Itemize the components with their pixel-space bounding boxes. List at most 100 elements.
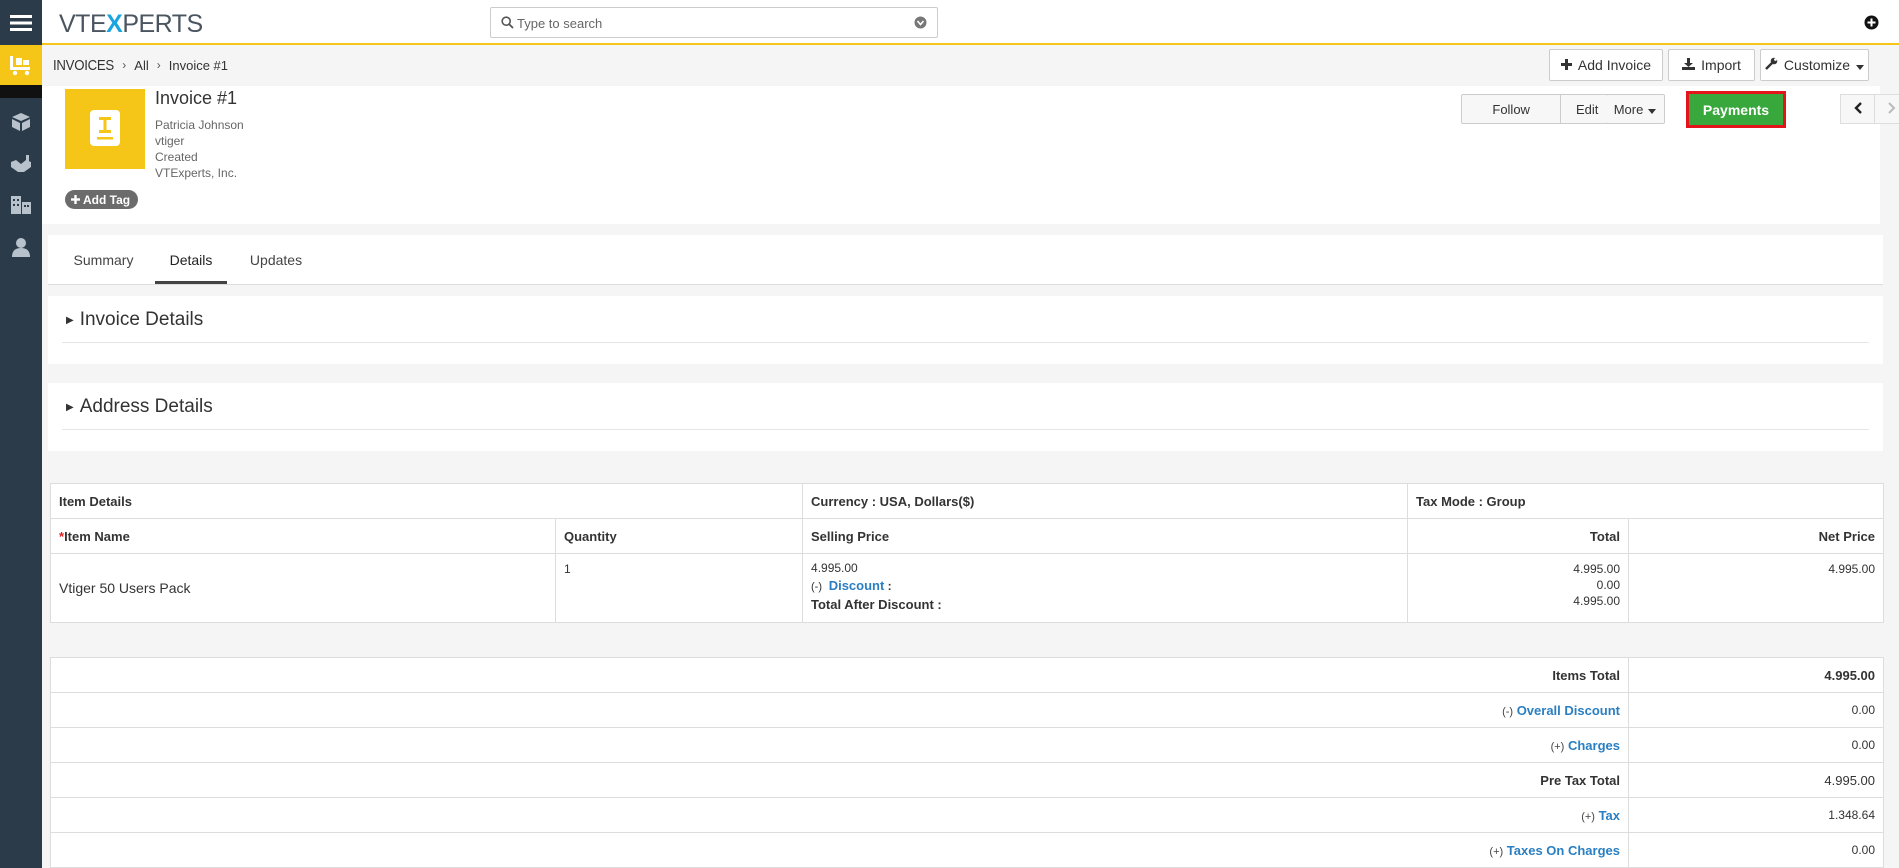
record-status: Created <box>155 150 198 164</box>
tab-summary[interactable]: Summary <box>61 235 146 284</box>
search-icon <box>501 16 514 32</box>
totals-table: Items Total 4.995.00 (-) Overall Discount 0… <box>50 657 1884 868</box>
item-net-price: 4.995.00 <box>1628 553 1885 623</box>
chevron-right-icon: › <box>156 58 161 72</box>
breadcrumb: INVOICES › All › Invoice #1 <box>53 55 228 75</box>
totals-label-cell: (-) Overall Discount <box>50 692 1629 728</box>
table-row: (+) Tax 1.348.64 <box>50 797 1884 833</box>
totals-value: 1.348.64 <box>1628 797 1884 833</box>
record-action-group: Follow Edit <box>1461 94 1614 124</box>
invoice-details-block: ▶ Invoice Details <box>48 296 1883 364</box>
brand-logo[interactable]: VTEXPERTS <box>59 10 203 39</box>
column-quantity: Quantity <box>554 518 804 554</box>
download-icon <box>1682 57 1696 73</box>
totals-value: 0.00 <box>1628 832 1884 868</box>
record-navigation <box>1840 94 1899 124</box>
table-row: Items Total 4.995.00 <box>50 657 1884 693</box>
totals-label: Pre Tax Total <box>1540 772 1620 788</box>
chevron-down-icon[interactable] <box>914 16 927 32</box>
record-tabs: Summary Details Updates <box>48 235 1883 285</box>
user-icon <box>11 237 31 257</box>
add-invoice-button[interactable]: Add Invoice <box>1549 49 1663 81</box>
totals-label-cell: Items Total <box>50 657 1629 693</box>
logo-part-1: VTE <box>59 10 107 38</box>
edit-button[interactable]: Edit <box>1561 95 1613 123</box>
building-icon <box>10 195 32 215</box>
totals-link[interactable]: Overall Discount <box>1517 703 1620 718</box>
table-row: (-) Overall Discount 0.00 <box>50 692 1884 728</box>
table-row: (+) Charges 0.00 <box>50 727 1884 763</box>
global-search <box>490 7 938 38</box>
record-avatar <box>65 89 145 169</box>
item-discount-row: (-) Discount : <box>811 578 892 593</box>
record-title: Invoice #1 <box>155 88 238 108</box>
payments-button[interactable]: Payments <box>1689 94 1783 125</box>
column-item-name: *Item Name <box>50 518 556 554</box>
logo-part-2: X <box>106 10 123 38</box>
more-dropdown[interactable]: More <box>1607 94 1665 124</box>
rail-item-contacts[interactable] <box>0 229 42 265</box>
chevron-down-icon <box>1648 102 1657 117</box>
table-row: (+) Taxes On Charges 0.00 <box>50 832 1884 868</box>
invoice-details-toggle[interactable]: ▶ Invoice Details <box>66 309 203 331</box>
more-button[interactable]: More <box>1607 95 1663 123</box>
totals-link[interactable]: Charges <box>1568 738 1620 753</box>
item-total-cell: 4.995.00 0.00 4.995.00 <box>1407 553 1630 623</box>
app-rail <box>0 0 42 868</box>
menu-icon <box>10 14 32 32</box>
totals-sign: (+) <box>1550 740 1565 753</box>
follow-button[interactable]: Follow <box>1462 95 1562 123</box>
invoice-module-icon <box>8 54 34 76</box>
tab-updates[interactable]: Updates <box>236 235 316 284</box>
totals-link[interactable]: Taxes On Charges <box>1507 843 1620 858</box>
item-selling-price: 4.995.00 <box>811 561 858 575</box>
rail-item-inventory[interactable] <box>0 45 42 85</box>
item-name[interactable]: Vtiger 50 Users Pack <box>50 553 556 623</box>
column-net-price: Net Price <box>1628 518 1885 554</box>
top-bar: VTEXPERTS <box>42 0 1899 45</box>
address-details-title: Address Details <box>79 396 213 417</box>
box-icon <box>11 112 31 132</box>
breadcrumb-filter[interactable]: All <box>134 58 148 73</box>
search-input[interactable] <box>517 12 897 34</box>
discount-sign: (-) <box>811 581 823 593</box>
add-tag-button[interactable]: Add Tag <box>65 190 139 209</box>
caret-right-icon: ▶ <box>66 401 74 413</box>
customize-button[interactable]: Customize <box>1760 49 1869 81</box>
item-details-header: Item Details <box>49 483 804 519</box>
logo-part-3: PERTS <box>122 10 203 38</box>
record-organization[interactable]: VTExperts, Inc. <box>155 165 244 181</box>
block-divider <box>62 429 1869 430</box>
line-items-table: Item Details Currency : USA, Dollars($) … <box>49 483 1885 623</box>
item-price-cell: 4.995.00 (-) Discount : Total After Disc… <box>802 553 1409 623</box>
totals-label: Items Total <box>1552 667 1620 683</box>
totals-label-cell: Pre Tax Total <box>50 762 1629 798</box>
next-record-button[interactable] <box>1875 95 1899 123</box>
breadcrumb-module[interactable]: INVOICES <box>53 57 114 74</box>
total-after-discount-label: Total After Discount : <box>811 597 942 612</box>
item-discount-link[interactable]: Discount <box>829 578 885 593</box>
tab-details[interactable]: Details <box>155 235 227 284</box>
record-owner: Patricia Johnson <box>155 118 244 132</box>
address-details-toggle[interactable]: ▶ Address Details <box>66 396 213 418</box>
add-invoice-label: Add Invoice <box>1577 57 1652 73</box>
record-meta: Patricia Johnson vtiger Created VTExpert… <box>155 117 244 181</box>
item-discount-value: 0.00 <box>1596 578 1621 592</box>
customize-label: Customize <box>1783 57 1851 73</box>
rail-item-products[interactable] <box>0 104 42 140</box>
payments-highlight: Payments <box>1686 91 1786 128</box>
totals-sign: (-) <box>1502 705 1514 718</box>
chevron-left-icon <box>1853 101 1862 117</box>
rail-item-organizations[interactable] <box>0 187 42 223</box>
totals-value: 0.00 <box>1628 692 1884 728</box>
item-after-discount: 4.995.00 <box>1573 594 1621 608</box>
rail-item-deals[interactable] <box>0 146 42 182</box>
menu-button[interactable] <box>0 0 42 45</box>
totals-link[interactable]: Tax <box>1599 808 1620 823</box>
totals-label-cell: (+) Charges <box>50 727 1629 763</box>
plus-circle-icon[interactable] <box>1864 15 1879 33</box>
line-items-columns: *Item Name Quantity Selling Price Total … <box>50 518 1885 554</box>
block-divider <box>62 342 1869 343</box>
import-button[interactable]: Import <box>1668 49 1755 81</box>
previous-record-button[interactable] <box>1841 95 1876 123</box>
